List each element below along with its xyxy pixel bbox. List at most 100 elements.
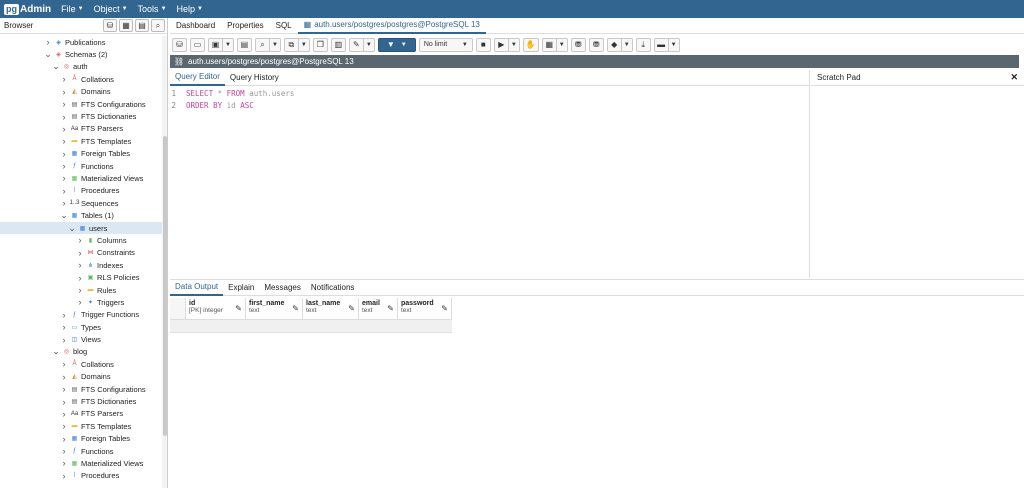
tab-query-tool[interactable]: ▦ auth.users/postgres/postgres@PostgreSQL… (297, 18, 486, 34)
chevron-right-icon[interactable]: › (76, 285, 84, 295)
download-button[interactable]: ⤓ (635, 37, 651, 52)
chevron-right-icon[interactable]: › (60, 446, 68, 456)
connection-bar[interactable]: ⛓ auth.users/postgres/postgres@PostgreSQ… (170, 55, 1019, 68)
tree-item[interactable]: › ▦ Materialized Views (0, 457, 162, 469)
tab-data-output[interactable]: Data Output (170, 280, 224, 296)
chevron-right-icon[interactable]: › (60, 112, 68, 122)
column-header-id[interactable]: id [PK] integer ✎ (186, 298, 246, 320)
tree-item[interactable]: › ▤ FTS Configurations (0, 383, 162, 395)
tree-item[interactable]: › ▬ FTS Templates (0, 135, 162, 147)
chevron-down-icon[interactable]: ⌄ (44, 49, 52, 60)
tree-item[interactable]: › ▭ Types (0, 321, 162, 333)
tree-item[interactable]: › ƒ Trigger Functions (0, 309, 162, 321)
save-file-button[interactable]: ▣ (208, 37, 223, 52)
chevron-right-icon[interactable]: › (76, 260, 84, 270)
chevron-right-icon[interactable]: › (76, 235, 84, 245)
column-header-password[interactable]: password text ✎ (398, 298, 452, 320)
column-header-email[interactable]: email text ✎ (359, 298, 398, 320)
tree-item[interactable]: › ▦ Foreign Tables (0, 148, 162, 160)
commit-button[interactable]: ⛃ (570, 37, 586, 52)
chevron-down-icon[interactable]: ⌄ (60, 210, 68, 221)
tree-item[interactable]: › ▦ Materialized Views (0, 172, 162, 184)
chevron-down-icon[interactable]: ⌄ (52, 346, 60, 357)
tree-item[interactable]: › Å Collations (0, 358, 162, 370)
tree-item[interactable]: › ▬ Rules (0, 284, 162, 296)
row-header-cell[interactable] (170, 298, 186, 320)
clear-dropdown[interactable]: ▼ (621, 37, 633, 52)
delete-button[interactable]: ▥ (330, 37, 346, 52)
explain-button[interactable]: ✋ (522, 37, 539, 52)
execute-button[interactable]: ▶ (493, 37, 509, 52)
tree-item[interactable]: › 1..3 Sequences (0, 197, 162, 209)
chevron-right-icon[interactable]: › (60, 124, 68, 134)
tree-scrollbar[interactable] (162, 36, 167, 488)
tree-item[interactable]: ⌄ ▦ users (0, 221, 162, 235)
tree-item[interactable]: › ⟮ Procedures (0, 470, 162, 482)
tab-query-editor[interactable]: Query Editor (170, 70, 225, 86)
search-objects-button[interactable]: ⌕ (151, 19, 165, 32)
clear-button[interactable]: ◆ (606, 37, 622, 52)
tree-item[interactable]: › ▬ FTS Templates (0, 420, 162, 432)
chevron-right-icon[interactable]: › (60, 149, 68, 159)
tree-item[interactable]: › ✦ Triggers (0, 296, 162, 308)
filtered-rows-button[interactable]: ▤ (135, 19, 149, 32)
chevron-right-icon[interactable]: › (60, 372, 68, 382)
close-icon[interactable]: ✕ (1010, 72, 1018, 83)
save-data-button[interactable]: ▤ (236, 37, 252, 52)
view-data-button[interactable]: ▦ (119, 19, 133, 32)
chevron-down-icon[interactable]: ⌄ (68, 223, 76, 234)
tree-item[interactable]: › ▣ RLS Policies (0, 271, 162, 283)
open-file-button[interactable]: ▭ (190, 37, 205, 52)
chevron-right-icon[interactable]: › (44, 37, 52, 47)
tree-item[interactable]: › ◫ Views (0, 333, 162, 345)
chevron-right-icon[interactable]: › (60, 310, 68, 320)
tree-item[interactable]: › ▤ FTS Configurations (0, 98, 162, 110)
chevron-right-icon[interactable]: › (60, 471, 68, 481)
chevron-right-icon[interactable]: › (60, 74, 68, 84)
chevron-right-icon[interactable]: › (60, 397, 68, 407)
tab-notifications[interactable]: Notifications (306, 280, 360, 296)
filter-button[interactable]: ▼ ▼ (377, 37, 416, 52)
chevron-right-icon[interactable]: › (60, 434, 68, 444)
tree-item[interactable]: › ▦ Foreign Tables (0, 433, 162, 445)
chevron-down-icon[interactable]: ⌄ (52, 61, 60, 72)
save-dropdown[interactable]: ▼ (223, 37, 234, 52)
chevron-right-icon[interactable]: › (76, 297, 84, 307)
sql-editor[interactable]: 1 SELECT * FROM auth.users 2 ORDER BY id AS… (170, 88, 810, 278)
tree-item[interactable]: › ◭ Domains (0, 86, 162, 98)
tab-explain[interactable]: Explain (223, 280, 259, 296)
tab-properties[interactable]: Properties (221, 18, 269, 34)
edit-dropdown[interactable]: ▼ (363, 37, 375, 52)
copy-button[interactable]: ⧉ (283, 37, 299, 52)
scrollbar-thumb[interactable] (163, 136, 167, 436)
chevron-right-icon[interactable]: › (60, 335, 68, 345)
find-dropdown[interactable]: ▼ (269, 37, 281, 52)
tree-item[interactable]: ⌄ ◈ Schemas (2) (0, 48, 162, 60)
tree-item[interactable]: › ▤ FTS Dictionaries (0, 110, 162, 122)
tree-item[interactable]: ⌄ ◎ auth (0, 61, 162, 73)
explain-analyze-button[interactable]: ▦ (541, 37, 557, 52)
chevron-right-icon[interactable]: › (60, 359, 68, 369)
menu-tools[interactable]: Tools ▼ (138, 4, 167, 14)
tree-item[interactable]: › ⋔ Indexes (0, 259, 162, 271)
chevron-right-icon[interactable]: › (76, 248, 84, 258)
menu-file[interactable]: File ▼ (61, 4, 83, 14)
chevron-right-icon[interactable]: › (60, 322, 68, 332)
menu-help[interactable]: Help ▼ (177, 4, 203, 14)
chevron-right-icon[interactable]: › (60, 458, 68, 468)
column-header-last-name[interactable]: last_name text ✎ (303, 298, 359, 320)
chevron-right-icon[interactable]: › (60, 99, 68, 109)
tree-item[interactable]: ⌄ ◎ blog (0, 346, 162, 358)
scratch-pad[interactable]: Scratch Pad ✕ (811, 70, 1024, 278)
chevron-right-icon[interactable]: › (60, 173, 68, 183)
tab-query-history[interactable]: Query History (225, 70, 284, 86)
explain-dropdown[interactable]: ▼ (556, 37, 568, 52)
tab-sql[interactable]: SQL (270, 18, 298, 34)
tree-item[interactable]: › ⟮ Procedures (0, 185, 162, 197)
tab-messages[interactable]: Messages (259, 280, 305, 296)
chevron-right-icon[interactable]: › (60, 421, 68, 431)
tree-item[interactable]: ⌄ ▦ Tables (1) (0, 209, 162, 221)
paste-button[interactable]: ❐ (312, 37, 328, 52)
query-tool-button[interactable]: ⛁ (103, 19, 117, 32)
copy-dropdown[interactable]: ▼ (298, 37, 310, 52)
